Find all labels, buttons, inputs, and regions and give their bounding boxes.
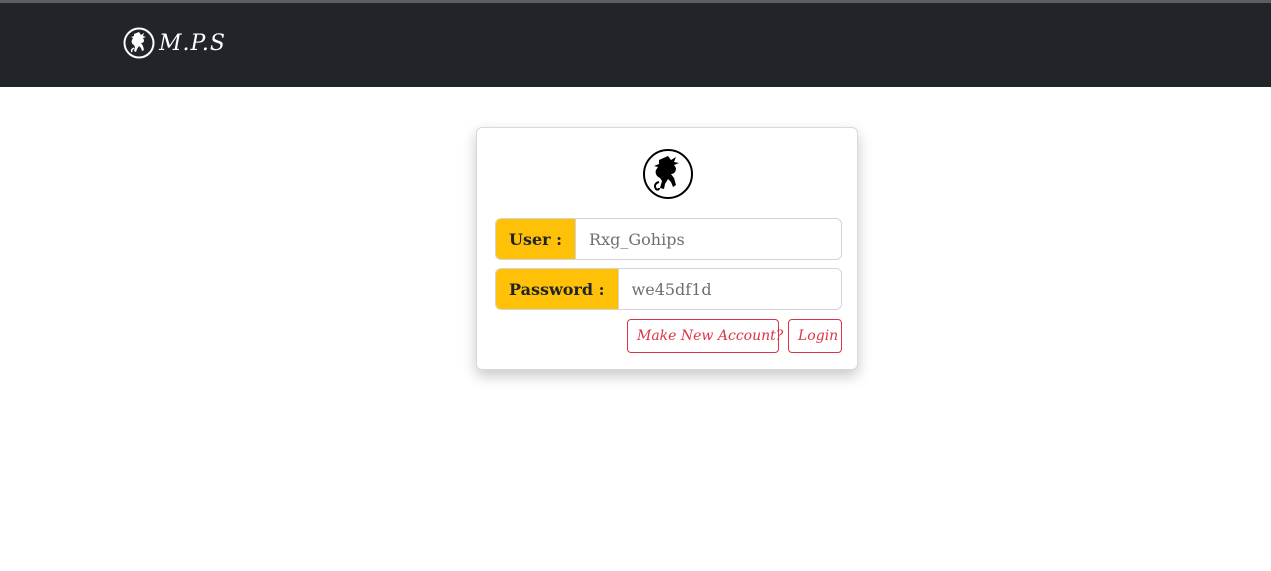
make-new-account-button[interactable]: Make New Account? — [627, 319, 783, 353]
user-label: User : — [496, 219, 577, 259]
brand-title: M.P.S — [159, 30, 226, 56]
password-input-group: Password : — [495, 268, 842, 310]
goku-silhouette-icon — [123, 27, 155, 59]
password-input[interactable] — [618, 269, 841, 309]
top-navbar: M.P.S — [0, 3, 1271, 87]
user-input-group: User : — [495, 218, 842, 260]
user-input[interactable] — [576, 219, 841, 259]
goku-silhouette-icon — [643, 149, 693, 199]
brand-link[interactable]: M.P.S — [123, 27, 226, 59]
password-label: Password : — [496, 269, 619, 309]
login-card: User : Password : Make New Account? Logi… — [476, 127, 858, 370]
login-button[interactable]: Login — [788, 319, 842, 353]
